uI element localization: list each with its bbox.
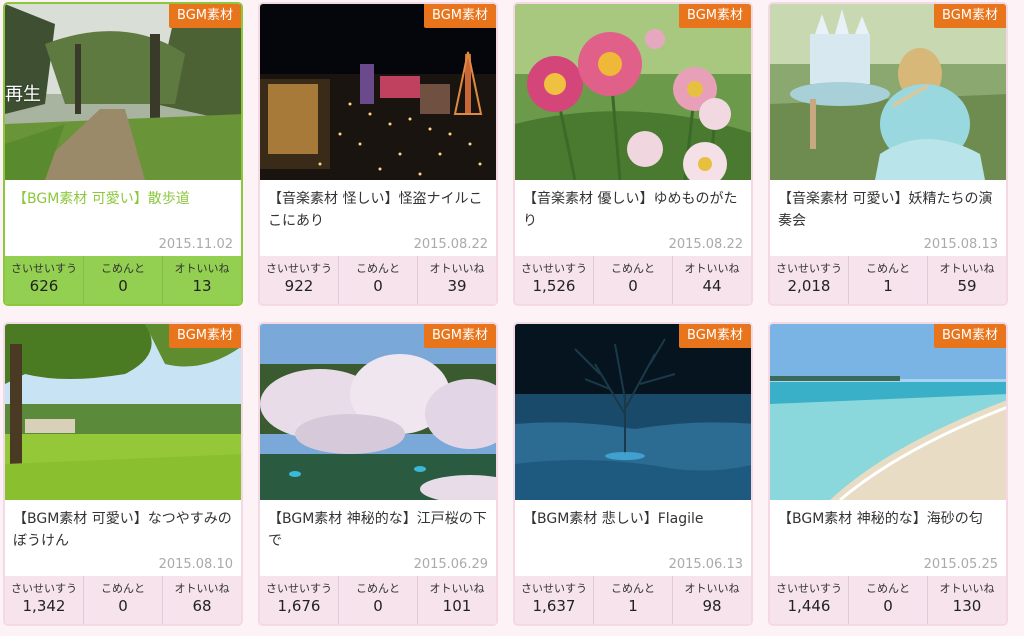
like-count-stat: オトいいね 39 bbox=[417, 256, 496, 304]
upload-date: 2015.08.22 bbox=[413, 237, 488, 252]
category-tag: BGM素材 bbox=[424, 324, 496, 348]
play-count-stat: さいせいすう 626 bbox=[11, 262, 77, 295]
play-label[interactable]: 再生 bbox=[5, 80, 41, 106]
category-tag: BGM素材 bbox=[679, 324, 751, 348]
sound-title[interactable]: 【音楽素材 優しい】ゆめものがたり bbox=[515, 180, 751, 236]
sound-card[interactable]: BGM素材 【BGM素材 悲しい】Flagile 2015.06.13 さいせい… bbox=[513, 322, 753, 626]
category-tag: BGM素材 bbox=[934, 4, 1006, 28]
upload-date: 2015.06.29 bbox=[413, 557, 488, 572]
sound-card[interactable]: BGM素材 【音楽素材 優しい】ゆめものがたり 2015.08.22 さいせいす… bbox=[513, 2, 753, 306]
upload-date: 2015.11.02 bbox=[158, 237, 233, 252]
play-count-stat: さいせいすう 922 bbox=[266, 262, 332, 295]
comment-count-stat: こめんと 0 bbox=[83, 576, 162, 624]
sound-title[interactable]: 【BGM素材 可愛い】なつやすみのぼうけん bbox=[5, 500, 241, 556]
comment-count-stat: こめんと 0 bbox=[338, 256, 417, 304]
thumbnail-image[interactable]: BGM素材 bbox=[260, 324, 496, 500]
comment-count-stat: こめんと 1 bbox=[848, 256, 927, 304]
thumbnail-image[interactable]: BGM素材 bbox=[260, 4, 496, 180]
sound-title[interactable]: 【音楽素材 怪しい】怪盗ナイルここにあり bbox=[260, 180, 496, 236]
sound-title[interactable]: 【音楽素材 可愛い】妖精たちの演奏会 bbox=[770, 180, 1006, 236]
stats-bar: さいせいすう 1,526 こめんと 0 オトいいね 44 bbox=[515, 256, 751, 304]
play-count-stat: さいせいすう 1,676 bbox=[266, 582, 332, 615]
comment-count-stat: こめんと 0 bbox=[848, 576, 927, 624]
sound-card[interactable]: BGM素材 【BGM素材 神秘的な】江戸桜の下で 2015.06.29 さいせい… bbox=[258, 322, 498, 626]
play-count-stat: さいせいすう 1,446 bbox=[776, 582, 842, 615]
category-tag: BGM素材 bbox=[169, 324, 241, 348]
thumbnail-image[interactable]: BGM素材 bbox=[770, 324, 1006, 500]
stats-bar: さいせいすう 1,637 こめんと 1 オトいいね 98 bbox=[515, 576, 751, 624]
like-count-stat: オトいいね 44 bbox=[672, 256, 751, 304]
like-count-stat: オトいいね 68 bbox=[162, 576, 241, 624]
sound-card[interactable]: BGM素材 【BGM素材 神秘的な】海砂の匂 2015.05.25 さいせいすう… bbox=[768, 322, 1008, 626]
play-count-stat: さいせいすう 1,342 bbox=[11, 582, 77, 615]
upload-date: 2015.08.10 bbox=[158, 557, 233, 572]
thumbnail-image[interactable]: BGM素材 bbox=[515, 324, 751, 500]
sound-title[interactable]: 【BGM素材 神秘的な】海砂の匂 bbox=[770, 500, 1006, 556]
sound-title[interactable]: 【BGM素材 可愛い】散歩道 bbox=[5, 180, 241, 236]
like-count-stat: オトいいね 59 bbox=[927, 256, 1006, 304]
stats-bar: さいせいすう 1,446 こめんと 0 オトいいね 130 bbox=[770, 576, 1006, 624]
comment-count-stat: こめんと 1 bbox=[593, 576, 672, 624]
sound-card[interactable]: BGM素材 【BGM素材 可愛い】なつやすみのぼうけん 2015.08.10 さ… bbox=[3, 322, 243, 626]
upload-date: 2015.05.25 bbox=[923, 557, 998, 572]
thumbnail-image[interactable]: BGM素材 bbox=[770, 4, 1006, 180]
comment-count-stat: こめんと 0 bbox=[338, 576, 417, 624]
stats-bar: さいせいすう 1,342 こめんと 0 オトいいね 68 bbox=[5, 576, 241, 624]
like-count-stat: オトいいね 98 bbox=[672, 576, 751, 624]
stats-bar: さいせいすう 2,018 こめんと 1 オトいいね 59 bbox=[770, 256, 1006, 304]
thumbnail-image[interactable]: BGM素材 再生 bbox=[5, 4, 241, 180]
comment-count-stat: こめんと 0 bbox=[593, 256, 672, 304]
play-count-stat: さいせいすう 1,637 bbox=[521, 582, 587, 615]
category-tag: BGM素材 bbox=[679, 4, 751, 28]
sound-card[interactable]: BGM素材 再生 【BGM素材 可愛い】散歩道 2015.11.02 さいせいす… bbox=[3, 2, 243, 306]
sound-card[interactable]: BGM素材 【音楽素材 怪しい】怪盗ナイルここにあり 2015.08.22 さい… bbox=[258, 2, 498, 306]
thumbnail-image[interactable]: BGM素材 bbox=[5, 324, 241, 500]
upload-date: 2015.08.22 bbox=[668, 237, 743, 252]
category-tag: BGM素材 bbox=[934, 324, 1006, 348]
like-count-stat: オトいいね 101 bbox=[417, 576, 496, 624]
upload-date: 2015.08.13 bbox=[923, 237, 998, 252]
stats-bar: さいせいすう 626 こめんと 0 オトいいね 13 bbox=[5, 256, 241, 304]
play-count-stat: さいせいすう 2,018 bbox=[776, 262, 842, 295]
sound-grid: BGM素材 再生 【BGM素材 可愛い】散歩道 2015.11.02 さいせいす… bbox=[0, 0, 1024, 636]
stats-bar: さいせいすう 922 こめんと 0 オトいいね 39 bbox=[260, 256, 496, 304]
sound-card[interactable]: BGM素材 【音楽素材 可愛い】妖精たちの演奏会 2015.08.13 さいせい… bbox=[768, 2, 1008, 306]
category-tag: BGM素材 bbox=[169, 4, 241, 28]
category-tag: BGM素材 bbox=[424, 4, 496, 28]
upload-date: 2015.06.13 bbox=[668, 557, 743, 572]
stats-bar: さいせいすう 1,676 こめんと 0 オトいいね 101 bbox=[260, 576, 496, 624]
thumbnail-image[interactable]: BGM素材 bbox=[515, 4, 751, 180]
sound-title[interactable]: 【BGM素材 神秘的な】江戸桜の下で bbox=[260, 500, 496, 556]
sound-title[interactable]: 【BGM素材 悲しい】Flagile bbox=[515, 500, 751, 556]
comment-count-stat: こめんと 0 bbox=[83, 256, 162, 304]
like-count-stat: オトいいね 130 bbox=[927, 576, 1006, 624]
play-count-stat: さいせいすう 1,526 bbox=[521, 262, 587, 295]
like-count-stat: オトいいね 13 bbox=[162, 256, 241, 304]
